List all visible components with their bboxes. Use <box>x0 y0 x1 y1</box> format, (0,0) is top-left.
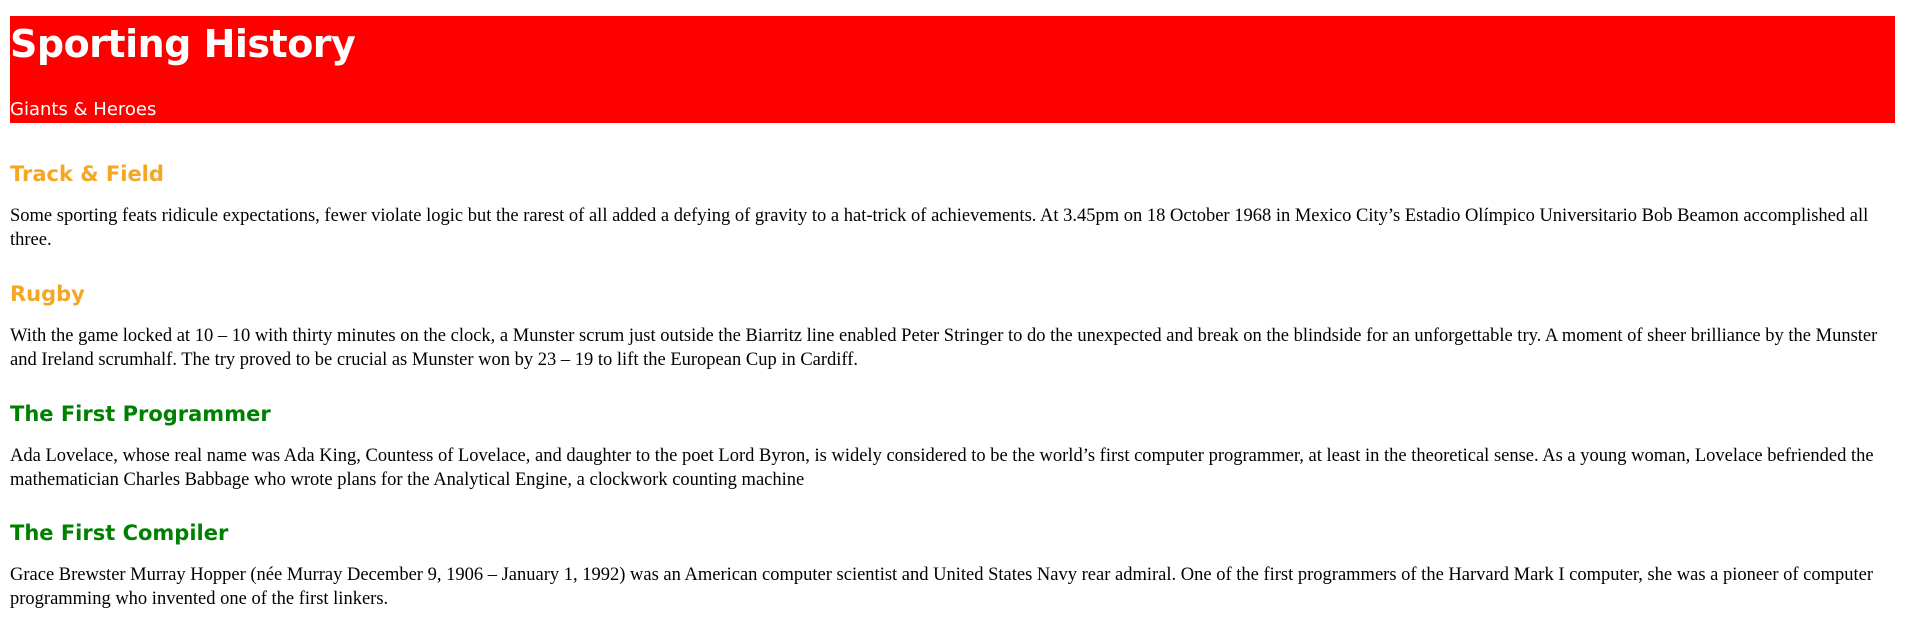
section-title: The First Compiler <box>10 521 229 545</box>
section-title: Track & Field <box>10 162 164 186</box>
site-title: Sporting History <box>10 22 356 66</box>
section-track-and-field: Track & Field Some sporting feats ridicu… <box>10 162 1905 252</box>
section-first-programmer: The First Programmer Ada Lovelace, whose… <box>10 402 1905 492</box>
section-body: With the game locked at 10 – 10 with thi… <box>10 326 1878 370</box>
section-body: Some sporting feats ridicule expectation… <box>10 206 1869 250</box>
section-body: Ada Lovelace, whose real name was Ada Ki… <box>10 446 1874 490</box>
section-first-compiler: The First Compiler Grace Brewster Murray… <box>10 521 1905 611</box>
section-title: The First Programmer <box>10 402 271 426</box>
section-rugby: Rugby With the game locked at 10 – 10 wi… <box>10 282 1905 372</box>
site-header-banner: Sporting History Giants & Heroes <box>10 16 1895 123</box>
site-tagline: Giants & Heroes <box>10 99 157 120</box>
section-title: Rugby <box>10 282 85 306</box>
page: Sporting History Giants & Heroes <box>0 16 1905 123</box>
section-body: Grace Brewster Murray Hopper (née Murray… <box>10 565 1873 609</box>
